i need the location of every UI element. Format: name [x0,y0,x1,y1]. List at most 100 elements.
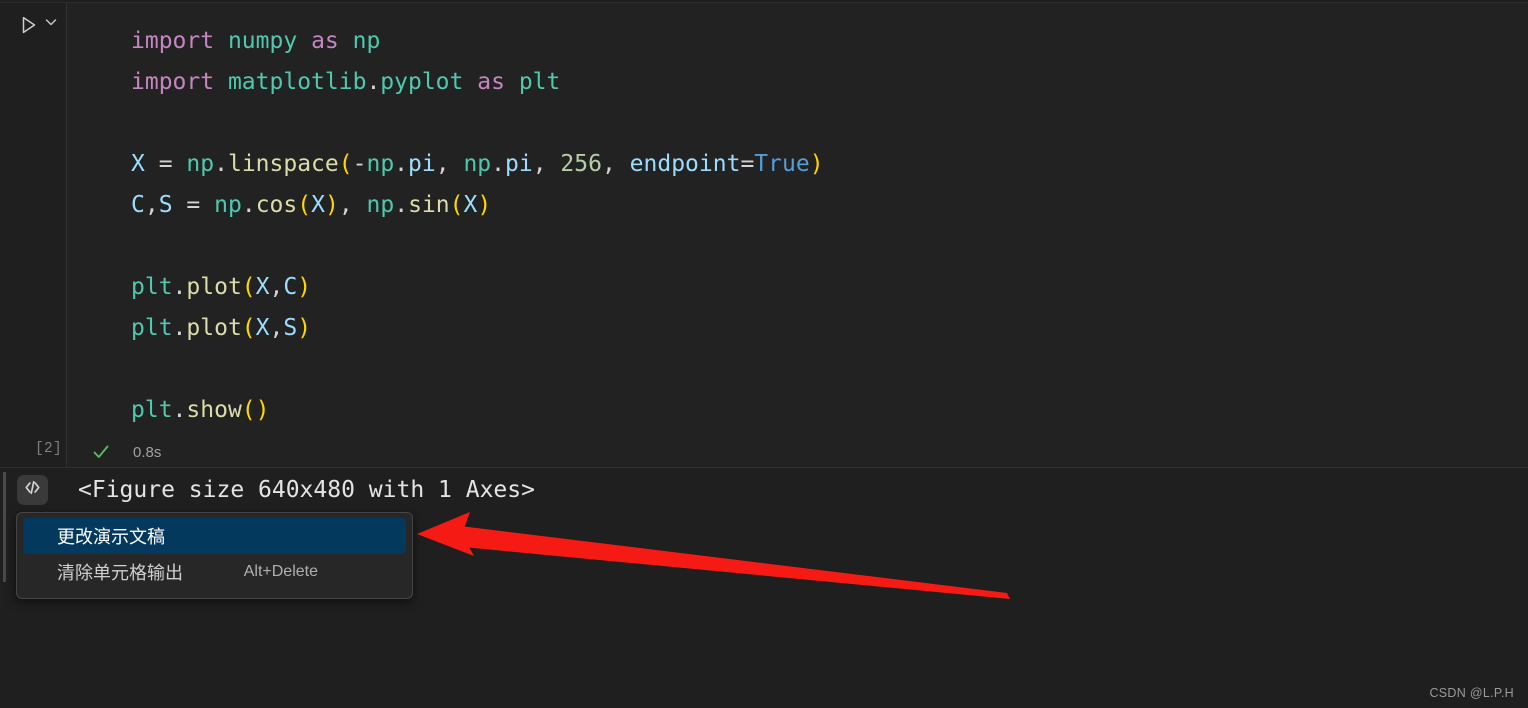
code-line: X = np.linspace(-np.pi, np.pi, 256, endp… [131,144,824,185]
code-token: X [255,315,270,341]
code-token: np [186,151,215,177]
run-cell-button[interactable] [16,13,40,37]
code-token: ( [241,274,256,300]
code-token: . [172,274,187,300]
context-menu-item-shortcut: Alt+Delete [243,563,318,580]
code-token: numpy [227,28,298,54]
code-token: , [601,151,630,177]
code-token: C [131,192,145,218]
code-token: . [241,192,256,218]
cell-output-text: <Figure size 640x480 with 1 Axes> [78,477,535,503]
code-token: . [172,315,187,341]
code-token: as [311,28,339,54]
code-token: ) [297,315,312,341]
code-token: pyplot [380,69,464,95]
code-brackets-icon [23,478,42,502]
code-token: S [283,315,298,341]
chevron-down-icon [43,14,59,35]
code-token: plt [131,274,173,300]
watermark-label: CSDN @L.P.H [1429,686,1514,700]
code-token: ( [449,192,464,218]
code-token: plt [518,69,561,95]
cell-context-menu[interactable]: 更改演示文稿 清除单元格输出 Alt+Delete [16,512,413,599]
code-token: ) [255,397,270,423]
code-token: ( [338,151,353,177]
cell-execution-status: 0.8s [67,435,161,467]
code-token: = [172,192,215,218]
execution-time-label: 0.8s [133,443,162,461]
code-token: , [338,192,367,218]
context-menu-item-label: 清除单元格输出 [57,563,183,583]
code-token: ) [324,192,339,218]
code-token: . [172,397,187,423]
code-token: ( [241,315,256,341]
output-mime-toggle-button[interactable] [17,475,48,505]
context-menu-item-change-presentation[interactable]: 更改演示文稿 [23,518,406,554]
code-token: , [532,151,561,177]
code-token: X [131,151,145,177]
code-token: . [394,151,409,177]
code-line: C,S = np.cos(X), np.sin(X) [131,185,824,226]
code-token: matplotlib [227,69,367,95]
code-token: X [463,192,478,218]
code-token: np [352,28,381,54]
code-token: , [435,151,464,177]
cell-gutter: [2] [0,3,66,467]
code-token: ) [477,192,492,218]
code-line: plt.plot(X,S) [131,308,824,349]
notebook-editor-window: [2] import numpy as np import matplotlib.… [0,0,1528,708]
code-token: 256 [560,151,602,177]
code-token: sin [408,192,450,218]
code-token: cos [255,192,298,218]
code-token: - [352,151,367,177]
code-token: as [477,69,505,95]
notebook-code-cell[interactable]: [2] import numpy as np import matplotlib.… [0,2,1528,468]
code-token: plot [186,274,242,300]
code-token: plt [131,315,173,341]
context-menu-item-label: 更改演示文稿 [57,527,165,547]
source-code-text[interactable]: import numpy as np import matplotlib.pypl… [131,21,824,431]
code-line: plt.show() [131,390,824,431]
code-line: plt.plot(X,C) [131,267,824,308]
code-token: . [214,151,228,177]
code-token: ( [241,397,256,423]
code-token: . [491,151,505,177]
code-token: ) [297,274,312,300]
code-token: , [269,315,284,341]
code-token: linspace [227,151,339,177]
play-triangle-icon [17,14,39,36]
code-token: , [269,274,284,300]
code-token: import [131,28,215,54]
code-token: np [366,151,395,177]
code-token: C [283,274,298,300]
code-token: pi [505,151,533,177]
context-menu-item-clear-cell-output[interactable]: 清除单元格输出 Alt+Delete [23,554,406,590]
code-token: np [463,151,492,177]
run-options-chevron-button[interactable] [42,15,60,33]
code-token: ( [297,192,312,218]
code-token: X [311,192,325,218]
code-token: np [214,192,242,218]
code-token: = [144,151,187,177]
code-token: True [754,151,810,177]
code-token: plot [186,315,242,341]
code-line: import matplotlib.pyplot as plt [131,62,824,103]
code-token: . [366,69,381,95]
code-token: X [255,274,270,300]
execution-count-label: [2] [34,441,62,457]
code-token: S [158,192,173,218]
code-editor-surface[interactable]: import numpy as np import matplotlib.pypl… [66,3,1528,467]
code-token: = [740,151,755,177]
code-token: ) [809,151,824,177]
code-token: np [366,192,395,218]
code-token: plt [131,397,173,423]
code-token: . [394,192,409,218]
code-line: import numpy as np [131,21,824,62]
